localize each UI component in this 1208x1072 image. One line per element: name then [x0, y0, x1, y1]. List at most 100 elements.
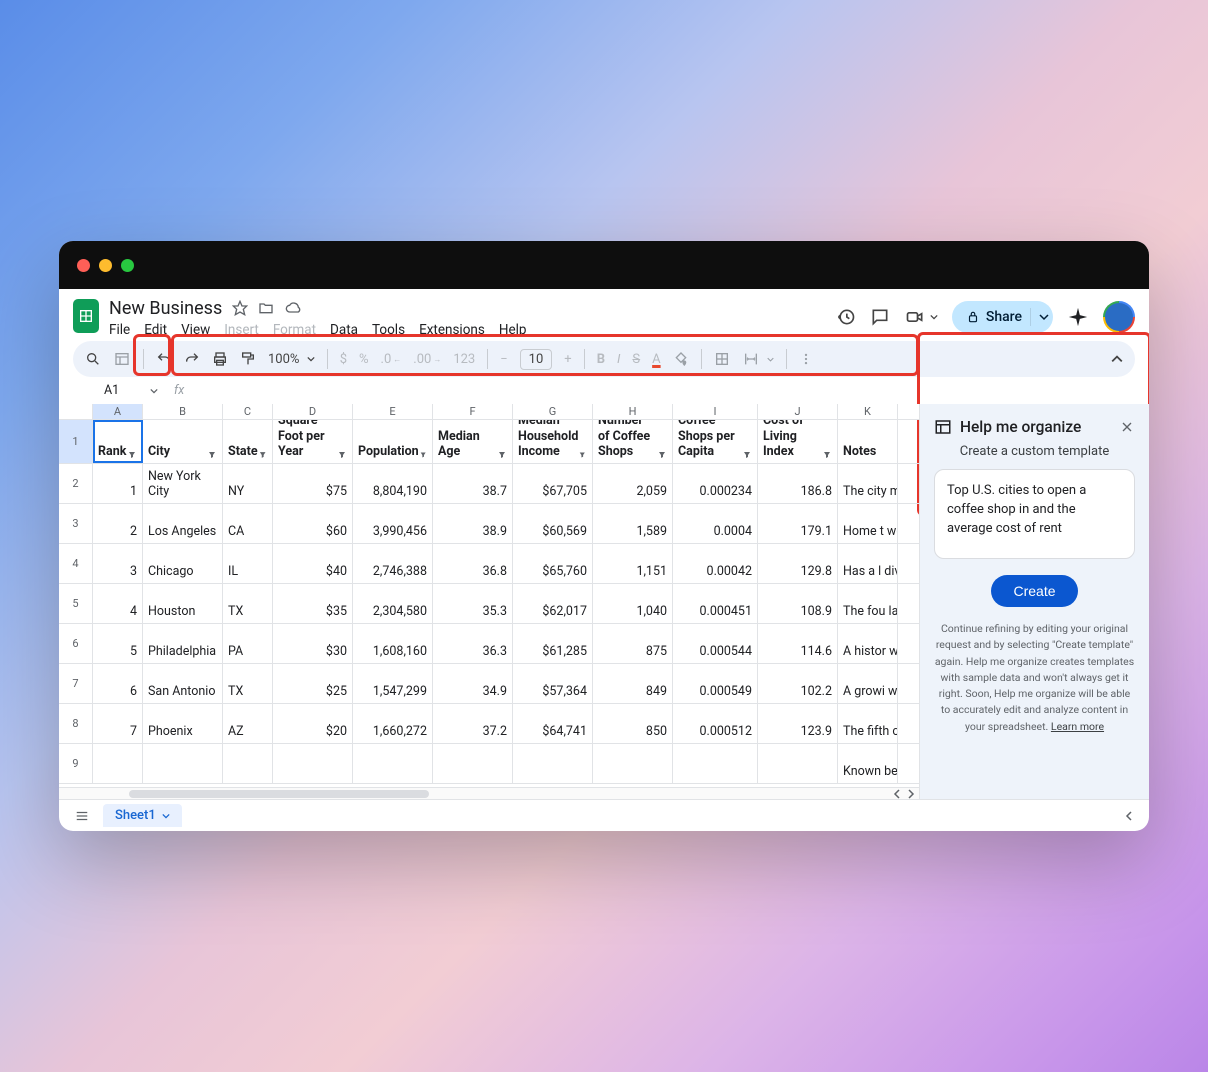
cell[interactable]: 36.3: [433, 624, 513, 663]
paint-format-icon[interactable]: [240, 351, 256, 367]
header-cell[interactable]: Notes: [838, 420, 898, 463]
cell[interactable]: $60: [273, 504, 353, 543]
cell[interactable]: 1,547,299: [353, 664, 433, 703]
row-header-9[interactable]: 9: [59, 744, 93, 783]
more-icon[interactable]: [799, 351, 813, 367]
cell[interactable]: 1,608,160: [353, 624, 433, 663]
cell[interactable]: 35.3: [433, 584, 513, 623]
menu-help[interactable]: Help: [499, 322, 527, 338]
menu-view[interactable]: View: [181, 322, 210, 338]
header-cell[interactable]: Number of Coffee Shops: [593, 420, 673, 463]
cell[interactable]: 0.0004: [673, 504, 758, 543]
col-header-I[interactable]: I: [673, 404, 758, 419]
cell[interactable]: 38.7: [433, 464, 513, 503]
cell[interactable]: The city most co shops i U.S.: [838, 464, 898, 503]
cell[interactable]: [273, 744, 353, 783]
cell[interactable]: [513, 744, 593, 783]
cell[interactable]: [433, 744, 513, 783]
all-sheets-icon[interactable]: [73, 809, 91, 823]
cell[interactable]: Houston: [143, 584, 223, 623]
decrease-decimal-icon[interactable]: .0←: [381, 352, 402, 367]
row-header-4[interactable]: 4: [59, 544, 93, 583]
collapse-toolbar-icon[interactable]: [1111, 353, 1123, 365]
header-cell[interactable]: Cost of Living Index: [758, 420, 838, 463]
cell[interactable]: AZ: [223, 704, 273, 743]
cell[interactable]: 3: [93, 544, 143, 583]
account-avatar[interactable]: [1103, 301, 1135, 333]
menu-insert[interactable]: Insert: [224, 322, 259, 338]
col-header-D[interactable]: D: [273, 404, 353, 419]
number-format-icon[interactable]: 123: [453, 352, 475, 367]
cell[interactable]: 123.9: [758, 704, 838, 743]
create-button[interactable]: Create: [991, 575, 1077, 607]
cell[interactable]: $67,705: [513, 464, 593, 503]
cell[interactable]: $62,017: [513, 584, 593, 623]
name-box[interactable]: A1: [98, 381, 164, 400]
search-icon[interactable]: [85, 351, 101, 367]
strikethrough-icon[interactable]: S: [632, 352, 640, 367]
learn-more-link[interactable]: Learn more: [1051, 720, 1104, 733]
cell[interactable]: $57,364: [513, 664, 593, 703]
cell[interactable]: 5: [93, 624, 143, 663]
cell[interactable]: 0.000512: [673, 704, 758, 743]
cell[interactable]: 114.6: [758, 624, 838, 663]
window-close-dot[interactable]: [77, 259, 90, 272]
cell[interactable]: 8,804,190: [353, 464, 433, 503]
menu-format[interactable]: Format: [273, 322, 316, 338]
cell[interactable]: 0.000451: [673, 584, 758, 623]
cell[interactable]: [93, 744, 143, 783]
cell[interactable]: 38.9: [433, 504, 513, 543]
header-cell[interactable]: Median Age: [433, 420, 513, 463]
row-header-2[interactable]: 2: [59, 464, 93, 503]
meet-icon[interactable]: [904, 307, 938, 327]
history-icon[interactable]: [836, 307, 856, 327]
comment-icon[interactable]: [870, 307, 890, 327]
window-zoom-dot[interactable]: [121, 259, 134, 272]
scrollbar-thumb[interactable]: [129, 790, 429, 798]
cell[interactable]: Home t well-kn coffee c: [838, 504, 898, 543]
col-header-B[interactable]: B: [143, 404, 223, 419]
cell[interactable]: 7: [93, 704, 143, 743]
fill-color-icon[interactable]: [673, 351, 689, 367]
row-header-6[interactable]: 6: [59, 624, 93, 663]
col-header-F[interactable]: F: [433, 404, 513, 419]
col-header-G[interactable]: G: [513, 404, 593, 419]
row-header-8[interactable]: 8: [59, 704, 93, 743]
menu-data[interactable]: Data: [330, 322, 358, 338]
cell[interactable]: 0.000544: [673, 624, 758, 663]
cell[interactable]: 875: [593, 624, 673, 663]
formula-bar[interactable]: fx: [174, 383, 1135, 398]
cell[interactable]: 37.2: [433, 704, 513, 743]
font-size-minus[interactable]: −: [500, 352, 507, 367]
cell[interactable]: [593, 744, 673, 783]
cell[interactable]: PA: [223, 624, 273, 663]
template-icon[interactable]: [113, 351, 131, 367]
undo-icon[interactable]: [156, 351, 172, 367]
row-header-3[interactable]: 3: [59, 504, 93, 543]
cell[interactable]: 2,746,388: [353, 544, 433, 583]
cell[interactable]: 850: [593, 704, 673, 743]
cell[interactable]: Chicago: [143, 544, 223, 583]
cell[interactable]: 129.8: [758, 544, 838, 583]
cell[interactable]: A growi with a d populat: [838, 664, 898, 703]
cell[interactable]: 108.9: [758, 584, 838, 623]
cell[interactable]: 0.000549: [673, 664, 758, 703]
side-panel-toggle-icon[interactable]: [1125, 811, 1135, 821]
cell[interactable]: 34.9: [433, 664, 513, 703]
cell[interactable]: TX: [223, 584, 273, 623]
font-size-input[interactable]: 10: [520, 349, 553, 370]
cell[interactable]: TX: [223, 664, 273, 703]
header-cell[interactable]: Average Rent per Square Foot per Year: [273, 420, 353, 463]
horizontal-scrollbar[interactable]: [59, 787, 919, 799]
document-title[interactable]: New Business: [109, 298, 222, 319]
text-color-icon[interactable]: A: [652, 352, 660, 367]
cell[interactable]: 179.1: [758, 504, 838, 543]
cell[interactable]: $30: [273, 624, 353, 663]
cell[interactable]: San Antonio: [143, 664, 223, 703]
header-cell[interactable]: State: [223, 420, 273, 463]
cell[interactable]: IL: [223, 544, 273, 583]
cell[interactable]: $75: [273, 464, 353, 503]
sheet-tab-sheet1[interactable]: Sheet1: [103, 804, 182, 827]
col-header-K[interactable]: K: [838, 404, 898, 419]
cell[interactable]: $20: [273, 704, 353, 743]
